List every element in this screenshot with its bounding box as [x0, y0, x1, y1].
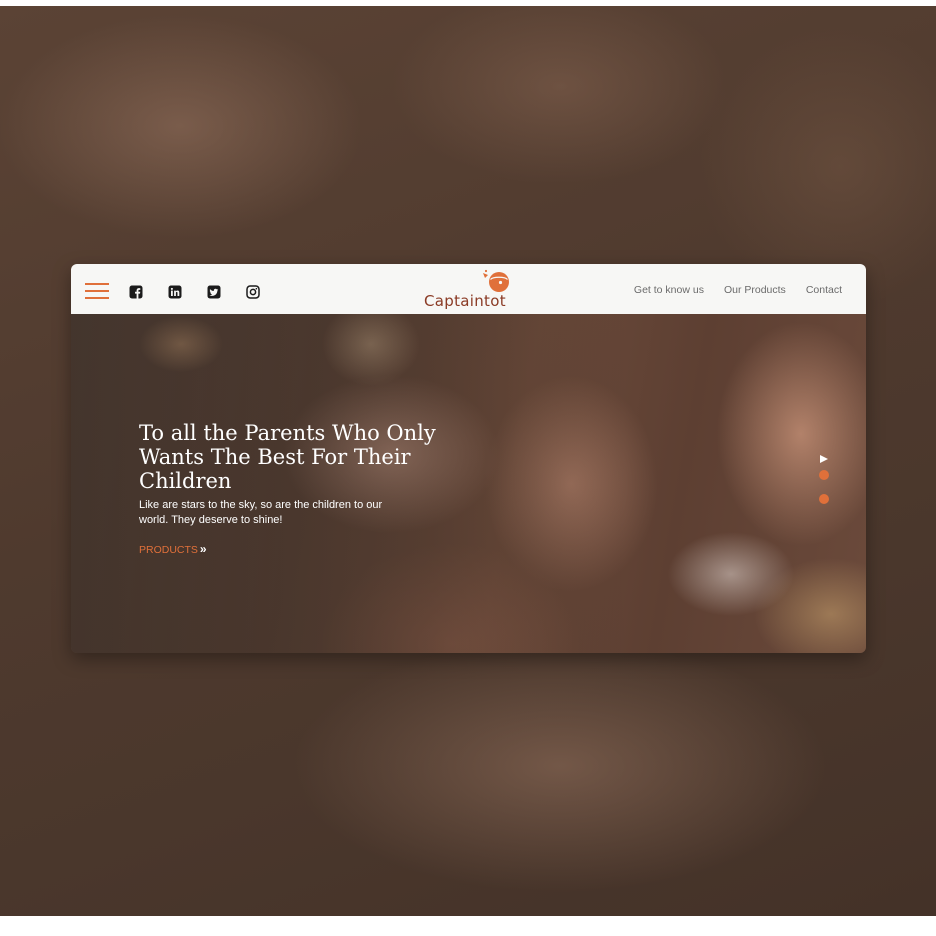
- linkedin-icon[interactable]: [168, 285, 182, 299]
- captaintot-logo[interactable]: Captaintot: [413, 268, 523, 312]
- twitter-icon[interactable]: [207, 285, 221, 299]
- products-cta-link[interactable]: PRODUCTS»: [139, 542, 207, 556]
- instagram-icon[interactable]: [246, 285, 260, 299]
- hero-banner: To all the Parents Who Only Wants The Be…: [71, 314, 866, 653]
- website-preview-card: Captaintot Get to know us Our Products C…: [71, 264, 866, 653]
- nav-contact[interactable]: Contact: [806, 284, 842, 296]
- slider-dot-2[interactable]: [819, 494, 829, 504]
- top-navbar: Captaintot Get to know us Our Products C…: [71, 264, 866, 314]
- double-chevron-right-icon: »: [199, 542, 207, 556]
- hero-subtitle: Like are stars to the sky, so are the ch…: [139, 499, 383, 526]
- hamburger-menu-icon[interactable]: [85, 283, 109, 301]
- facebook-icon[interactable]: [129, 285, 143, 299]
- products-cta-label: PRODUCTS: [139, 544, 198, 556]
- captain-face-icon: [483, 269, 509, 292]
- hero-title: To all the Parents Who Only Wants The Be…: [139, 421, 436, 493]
- play-icon[interactable]: [819, 451, 829, 463]
- main-nav: Get to know us Our Products Contact: [634, 284, 842, 296]
- nav-get-to-know-us[interactable]: Get to know us: [634, 284, 704, 296]
- slider-dot-1[interactable]: [819, 470, 829, 480]
- brand-name: Captaintot: [424, 292, 506, 310]
- nav-our-products[interactable]: Our Products: [724, 284, 786, 296]
